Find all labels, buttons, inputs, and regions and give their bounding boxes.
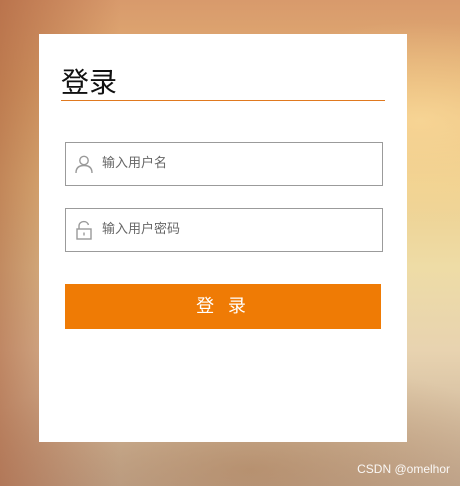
login-title: 登录 [61, 66, 118, 99]
password-placeholder: 输入用户密码 [102, 222, 181, 237]
unlock-icon [74, 220, 94, 240]
login-card: 登录 输入用户名 输入用户密码 登 录 [39, 34, 407, 442]
watermark-text: CSDN @omelhor [357, 462, 450, 476]
username-placeholder: 输入用户名 [102, 156, 168, 171]
user-icon [74, 154, 94, 174]
username-field[interactable]: 输入用户名 [65, 142, 383, 186]
title-divider [61, 100, 385, 101]
password-field[interactable]: 输入用户密码 [65, 208, 383, 252]
login-button[interactable]: 登 录 [65, 284, 381, 329]
